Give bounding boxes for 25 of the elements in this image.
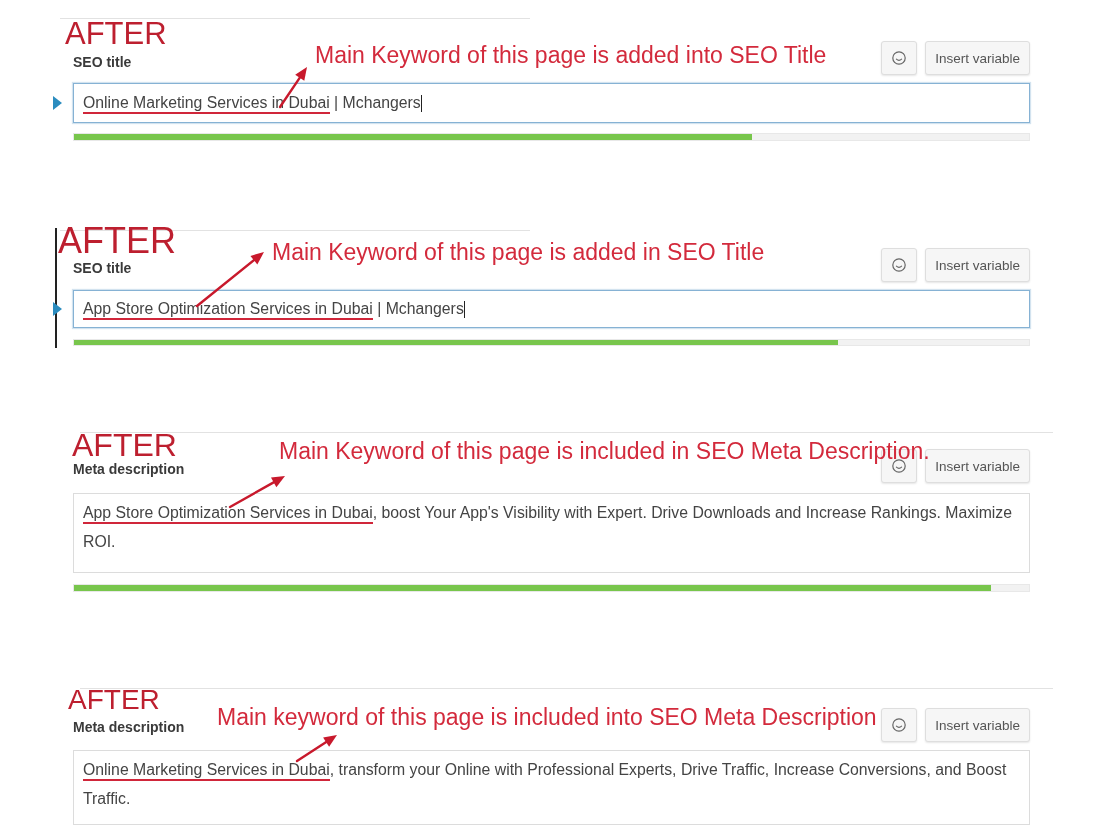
smiley-icon: [892, 258, 907, 272]
smiley-icon: [892, 51, 907, 65]
field-label: SEO title: [73, 54, 132, 70]
emoji-button[interactable]: [881, 708, 918, 742]
input-field[interactable]: App Store Optimization Services in Dubai | Mchangers: [73, 290, 1030, 328]
textarea-field[interactable]: Online Marketing Services in Dubai, transform your Online with Professional Experts, Drive Traffic, Increase Conversions, and Boost Traffic.: [73, 750, 1030, 825]
emoji-button[interactable]: [881, 248, 918, 282]
annotation-text: Main Keyword of this page is added in SEO Title: [272, 239, 765, 266]
annotation-text: Main keyword of this page is included into SEO Meta Description: [217, 704, 877, 731]
annotation-heading: AFTER: [68, 686, 160, 714]
insert-variable-button[interactable]: Insert variable: [925, 248, 1030, 282]
field-label: SEO title: [73, 260, 132, 276]
annotation-heading: AFTER: [72, 429, 177, 461]
field-label: Meta description: [73, 719, 185, 735]
insert-variable-button[interactable]: Insert variable: [925, 708, 1030, 742]
smiley-icon: [892, 718, 907, 732]
annotation-text: Main Keyword of this page is added into SEO Title: [315, 42, 827, 69]
textarea-field[interactable]: App Store Optimization Services in Dubai, boost Your App's Visibility with Expert. Drive Downloads and Increase Rankings. Maximize ROI.: [73, 493, 1030, 573]
annotation-heading: AFTER: [65, 18, 167, 49]
field-label: Meta description: [73, 461, 185, 477]
insert-variable-button[interactable]: Insert variable: [925, 41, 1030, 75]
emoji-button[interactable]: [881, 41, 918, 75]
text-cursor-icon: [420, 94, 422, 112]
annotation-heading: AFTER: [58, 223, 176, 259]
text-cursor-icon: [463, 300, 465, 318]
